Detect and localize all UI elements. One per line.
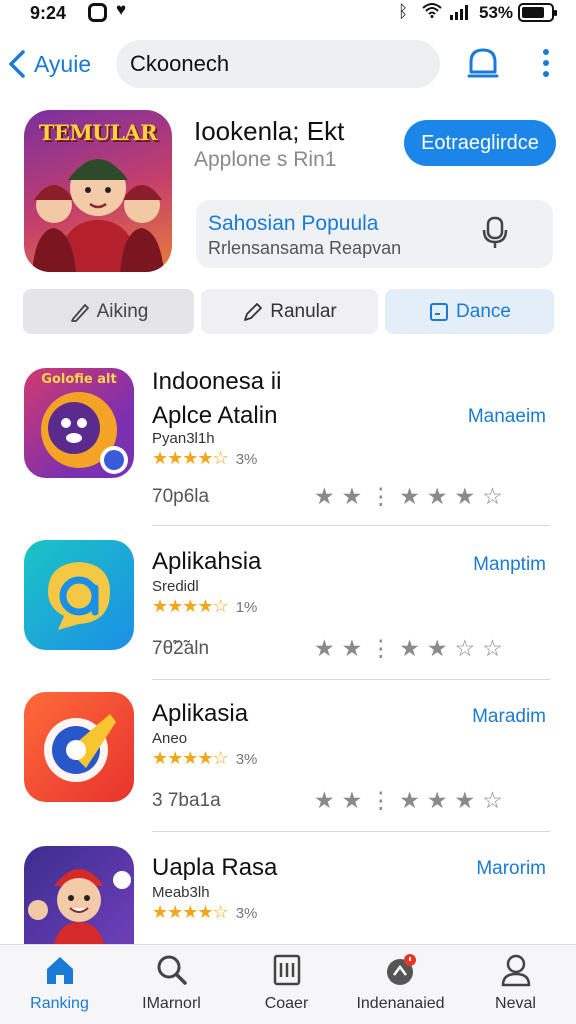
- rate-stars[interactable]: ★★⋮★★★☆: [314, 787, 510, 814]
- rating-percent: 3%: [235, 751, 258, 768]
- tab-ranking[interactable]: Ranking: [2, 953, 117, 1013]
- tab-label: Neval: [495, 995, 536, 1012]
- tab-label: IMarnorl: [142, 995, 201, 1012]
- nav-bar: Ayuie Ckoonech: [0, 36, 576, 92]
- filter-tab-ranular[interactable]: Ranular: [201, 289, 378, 334]
- back-label: Ayuie: [34, 50, 92, 77]
- featured-app-icon[interactable]: TEMULAR: [24, 110, 172, 272]
- promo-card[interactable]: Sahosian Popuula Rrlensansama Reapvan: [196, 200, 553, 268]
- document-icon: [273, 954, 300, 986]
- chevron-left-icon: [9, 50, 25, 78]
- filter-tab-dance[interactable]: Dance: [385, 289, 554, 334]
- divider: [152, 831, 550, 832]
- divider: [152, 525, 550, 526]
- microphone-icon[interactable]: [482, 216, 508, 250]
- rating-percent: 3%: [235, 905, 258, 922]
- profile-icon[interactable]: [466, 46, 500, 80]
- pen-icon: [70, 303, 89, 322]
- featured-app-subtitle: Applone s Rin1: [194, 148, 337, 171]
- app-action-button[interactable]: Manptim: [473, 554, 546, 576]
- more-icon[interactable]: [536, 46, 556, 80]
- tab-search[interactable]: IMarnorl: [114, 953, 229, 1013]
- promo-title: Sahosian Popuula: [208, 212, 379, 235]
- app-size: 3 7ba1a: [152, 790, 221, 811]
- app-star-rating: ★★★★☆ 3%: [152, 902, 257, 923]
- star-icons: ★★★★☆: [152, 596, 229, 616]
- filter-label: Ranular: [270, 300, 337, 322]
- person-icon: [501, 954, 530, 987]
- battery-percent: 53%: [479, 3, 514, 22]
- star-icons: ★★★★☆: [152, 748, 229, 768]
- app-star-rating: ★★★★☆ 3%: [152, 448, 257, 469]
- app-name: Aplikasia: [152, 700, 249, 727]
- back-button[interactable]: Ayuie: [6, 44, 91, 84]
- status-bar: 9:24 ♥ ᛒ 53%: [0, 0, 576, 26]
- featured-artwork: [32, 159, 164, 272]
- app-notification-icon: [88, 3, 107, 22]
- pencil-icon: [244, 302, 263, 321]
- app-star-rating: ★★★★☆ 3%: [152, 748, 257, 769]
- square-icon: [430, 302, 449, 321]
- rating-percent: 1%: [235, 599, 258, 616]
- tab-label: Ranking: [30, 995, 89, 1012]
- search-input[interactable]: Ckoonech: [116, 40, 440, 88]
- featured-action-button[interactable]: Eotraeglirdce: [404, 120, 556, 166]
- app-action-button[interactable]: Maradim: [472, 706, 546, 728]
- featured-app-name: Iookenla; Ekt: [194, 116, 345, 146]
- rate-stars[interactable]: ★★⋮★★☆☆: [314, 635, 510, 662]
- filter-label: Aiking: [96, 300, 149, 322]
- search-icon: [157, 955, 187, 985]
- app-icon: [24, 846, 134, 944]
- app-name: Aplikahsia: [152, 548, 262, 575]
- search-value: Ckoonech: [130, 51, 230, 76]
- bottom-tab-bar: Ranking IMarnorl Coaer Indenanaied Neval: [0, 944, 576, 1024]
- filter-label: Dance: [456, 300, 511, 322]
- app-name: Uapla Rasa: [152, 854, 278, 881]
- app-icon: Golofie alt: [24, 368, 134, 478]
- tab-label: Coaer: [264, 995, 309, 1012]
- wifi-icon: [422, 3, 442, 18]
- app-size: 70p6la: [152, 486, 210, 507]
- app-name: Indoonesa ii: [152, 368, 282, 395]
- app-action-button[interactable]: Marorim: [476, 858, 546, 880]
- rate-stars[interactable]: ★★⋮★★★☆: [314, 483, 510, 510]
- heart-icon: ♥: [116, 0, 127, 19]
- house-icon: [46, 957, 73, 984]
- star-icons: ★★★★☆: [152, 902, 229, 922]
- filter-tab-aiking[interactable]: Aiking: [23, 289, 194, 334]
- app-name-line2: Aplce Atalin: [152, 402, 278, 429]
- promo-subtitle: Rrlensansama Reapvan: [208, 238, 402, 258]
- app-developer: Sredidl: [152, 578, 199, 595]
- tab-updates[interactable]: Indenanaied: [343, 953, 458, 1013]
- status-time: 9:24: [30, 3, 67, 23]
- tab-profile[interactable]: Neval: [458, 953, 573, 1013]
- tab-label: Indenanaied: [356, 995, 445, 1012]
- app-icon: [24, 540, 134, 650]
- rating-percent: 3%: [235, 451, 258, 468]
- app-developer: Pyan3l1h: [152, 430, 215, 447]
- app-developer: Aneo: [152, 730, 188, 747]
- app-icon: [24, 692, 134, 802]
- battery-icon: [518, 3, 557, 22]
- star-icons: ★★★★☆: [152, 448, 229, 468]
- chat-badge-icon: [386, 954, 416, 985]
- app-developer: Meab3lh: [152, 884, 210, 901]
- divider: [152, 679, 550, 680]
- signal-icon: [450, 5, 468, 20]
- app-size: 7θ̃2̃aln: [152, 638, 210, 659]
- app-action-button[interactable]: Manaeim: [468, 406, 546, 428]
- app-star-rating: ★★★★☆ 1%: [152, 596, 257, 617]
- tab-document[interactable]: Coaer: [229, 953, 344, 1013]
- bluetooth-icon: ᛒ: [398, 2, 409, 21]
